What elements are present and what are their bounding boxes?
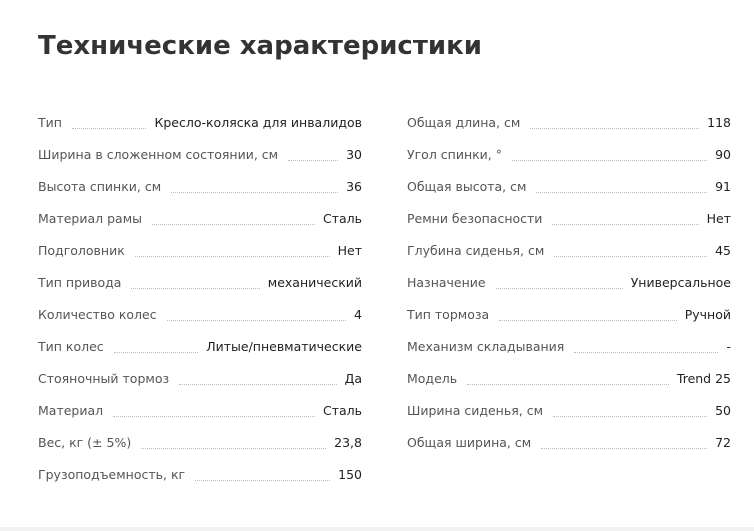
spec-label: Общая высота, см [407,179,527,194]
dotted-leader [552,223,699,225]
specs-column-left: Тип Кресло-коляска для инвалидов Ширина в … [38,107,362,491]
spec-value: Ручной [684,307,731,322]
spec-label: Угол спинки, ° [407,147,503,162]
spec-label: Подголовник [38,243,125,258]
spec-label: Высота спинки, см [38,179,162,194]
spec-row: Ширина в сложенном состоянии, см 30 [38,139,362,171]
spec-value: 36 [346,179,362,194]
spec-value: 45 [715,243,731,258]
spec-row: Угол спинки, ° 90 [407,139,731,171]
dotted-leader [152,223,315,225]
spec-label: Ширина в сложенном состоянии, см [38,147,279,162]
spec-value: Trend 25 [676,371,731,386]
dotted-leader [195,479,331,481]
spec-value: 72 [715,435,731,450]
spec-label: Ширина сиденья, см [407,403,543,418]
spec-row: Назначение Универсальное [407,267,731,299]
spec-row: Ремни безопасности Нет [407,203,731,235]
dotted-leader [166,319,347,321]
spec-label: Стояночный тормоз [38,371,170,386]
spec-value: Нет [706,211,731,226]
spec-label: Глубина сиденья, см [407,243,545,258]
spec-value: Сталь [322,403,362,418]
dotted-leader [113,415,315,417]
page-title: Технические характеристики [38,31,482,61]
spec-label: Тип тормоза [407,307,490,322]
spec-row: Общая ширина, см 72 [407,427,731,459]
dotted-leader [467,383,669,385]
spec-row: Механизм складывания - [407,331,731,363]
dotted-leader [554,255,708,257]
dotted-leader [113,351,199,353]
spec-value: Сталь [322,211,362,226]
spec-value: Нет [337,243,362,258]
spec-value: 30 [346,147,362,162]
spec-label: Тип колес [38,339,104,354]
dotted-leader [134,255,330,257]
spec-row: Тип тормоза Ручной [407,299,731,331]
spec-value: 118 [707,115,731,130]
dotted-leader [495,287,623,289]
spec-value: 90 [715,147,731,162]
specs-grid: Тип Кресло-коляска для инвалидов Ширина в … [38,107,731,491]
spec-row: Подголовник Нет [38,235,362,267]
bottom-divider [0,527,754,531]
spec-value: 4 [354,307,362,322]
spec-row: Количество колес 4 [38,299,362,331]
spec-label: Общая длина, см [407,115,521,130]
spec-label: Грузоподъемность, кг [38,467,186,482]
dotted-leader [536,191,708,193]
spec-row: Общая длина, см 118 [407,107,731,139]
spec-label: Назначение [407,275,486,290]
dotted-leader [574,351,719,353]
dotted-leader [171,191,339,193]
spec-value: Универсальное [630,275,731,290]
spec-label: Материал рамы [38,211,142,226]
spec-value: механический [267,275,362,290]
dotted-leader [71,127,147,129]
dotted-leader [553,415,708,417]
spec-row: Грузоподъемность, кг 150 [38,459,362,491]
dotted-leader [499,319,677,321]
spec-label: Материал [38,403,104,418]
spec-row: Стояночный тормоз Да [38,363,362,395]
spec-row: Материал рамы Сталь [38,203,362,235]
spec-label: Количество колес [38,307,157,322]
spec-row: Тип привода механический [38,267,362,299]
spec-value: Да [344,371,362,386]
spec-value: 23,8 [334,435,362,450]
spec-row: Тип колес Литые/пневматические [38,331,362,363]
spec-label: Вес, кг (± 5%) [38,435,132,450]
spec-row: Ширина сиденья, см 50 [407,395,731,427]
spec-row: Глубина сиденья, см 45 [407,235,731,267]
spec-value: 150 [338,467,362,482]
spec-label: Ремни безопасности [407,211,543,226]
spec-value: 50 [715,403,731,418]
spec-value: - [726,339,731,354]
spec-value: 91 [715,179,731,194]
spec-row: Вес, кг (± 5%) 23,8 [38,427,362,459]
dotted-leader [131,287,260,289]
dotted-leader [141,447,327,449]
spec-label: Тип [38,115,62,130]
spec-row: Высота спинки, см 36 [38,171,362,203]
spec-label: Механизм складывания [407,339,565,354]
dotted-leader [541,447,708,449]
spec-label: Общая ширина, см [407,435,532,450]
spec-row: Материал Сталь [38,395,362,427]
dotted-leader [288,159,339,161]
spec-row: Тип Кресло-коляска для инвалидов [38,107,362,139]
spec-row: Общая высота, см 91 [407,171,731,203]
specs-column-right: Общая длина, см 118 Угол спинки, ° 90 Общая … [407,107,731,491]
dotted-leader [512,159,708,161]
dotted-leader [179,383,337,385]
spec-value: Литые/пневматические [206,339,362,354]
spec-value: Кресло-коляска для инвалидов [154,115,362,130]
spec-label: Тип привода [38,275,122,290]
spec-row: Модель Trend 25 [407,363,731,395]
spec-label: Модель [407,371,458,386]
dotted-leader [530,127,700,129]
